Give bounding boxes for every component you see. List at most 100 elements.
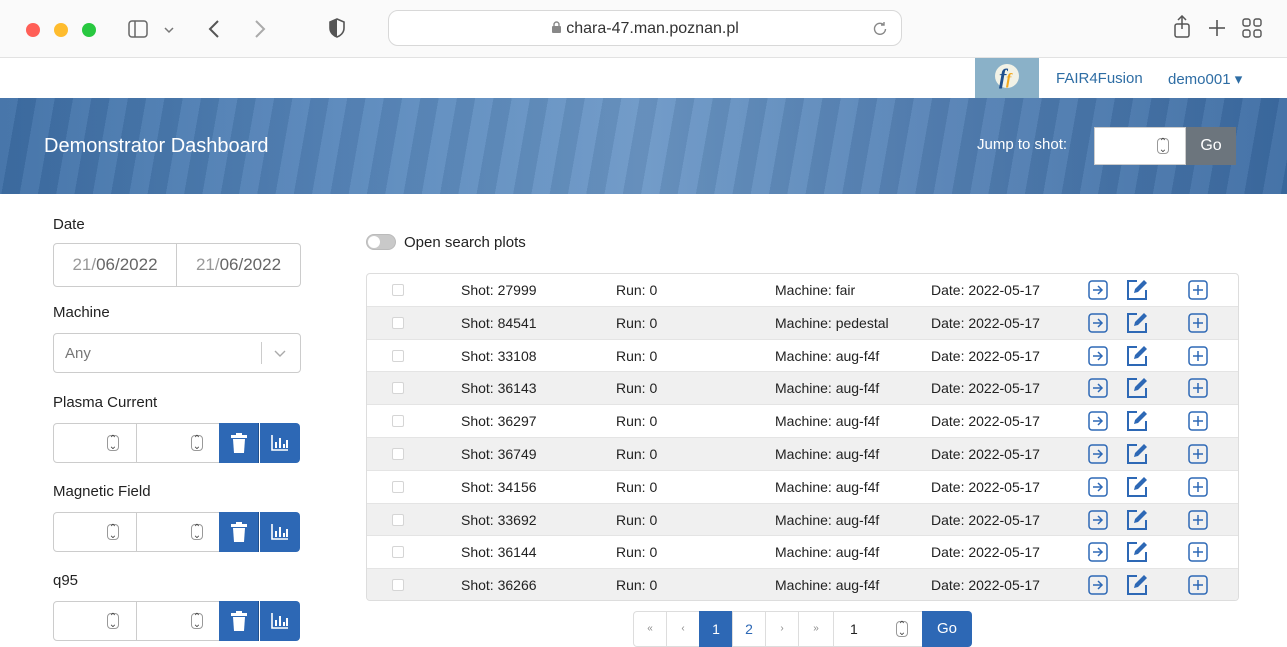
- user-menu-dropdown[interactable]: demo001 ▾: [1168, 70, 1242, 88]
- chevron-down-icon[interactable]: [164, 26, 174, 34]
- tab-overview-icon[interactable]: [1242, 18, 1262, 38]
- privacy-shield-icon[interactable]: [329, 18, 345, 38]
- spinner-icon[interactable]: ⌃ ⌄: [107, 613, 119, 630]
- edit-icon[interactable]: [1125, 442, 1149, 466]
- forward-icon[interactable]: [254, 19, 266, 39]
- open-shot-icon[interactable]: [1088, 313, 1108, 333]
- open-shot-icon[interactable]: [1088, 477, 1108, 497]
- add-icon[interactable]: [1188, 378, 1208, 399]
- page-go-button[interactable]: Go: [922, 611, 972, 647]
- row-checkbox[interactable]: [392, 579, 404, 592]
- open-shot-icon[interactable]: [1088, 509, 1108, 530]
- q95-clear-button[interactable]: [219, 601, 259, 641]
- edit-icon[interactable]: [1125, 508, 1149, 532]
- add-icon[interactable]: [1188, 313, 1208, 333]
- plasma-current-min-input[interactable]: ⌃ ⌄: [53, 423, 137, 463]
- date-to-input[interactable]: 21/06/2022: [177, 243, 301, 287]
- pagination-prev[interactable]: ‹: [666, 611, 700, 647]
- back-icon[interactable]: [208, 19, 220, 39]
- machine-select[interactable]: Any: [53, 333, 301, 373]
- spinner-icon[interactable]: ⌃ ⌄: [107, 524, 119, 541]
- row-checkbox[interactable]: [392, 513, 404, 526]
- pagination-next[interactable]: ›: [765, 611, 799, 647]
- spinner-icon[interactable]: ⌃ ⌄: [191, 435, 203, 452]
- open-shot-icon[interactable]: [1088, 542, 1108, 563]
- edit-icon[interactable]: [1125, 573, 1149, 597]
- minimize-window-button[interactable]: [54, 23, 68, 37]
- jump-to-shot-input[interactable]: ⌃ ⌄: [1094, 127, 1186, 165]
- spinner-icon[interactable]: ⌃ ⌄: [896, 621, 908, 638]
- plasma-current-clear-button[interactable]: [219, 423, 259, 463]
- spinner-icon[interactable]: ⌃ ⌄: [107, 435, 119, 452]
- date-from-input[interactable]: 21/06/2022: [53, 243, 177, 287]
- pagination-first[interactable]: «: [633, 611, 667, 647]
- pagination-page-1[interactable]: 1: [699, 611, 733, 647]
- magnetic-field-clear-button[interactable]: [219, 512, 259, 552]
- search-plots-toggle[interactable]: [366, 234, 396, 250]
- magnetic-field-plot-button[interactable]: [260, 512, 300, 552]
- open-shot-icon[interactable]: [1088, 444, 1108, 464]
- edit-icon[interactable]: [1125, 475, 1149, 499]
- edit-icon[interactable]: [1125, 278, 1149, 302]
- spinner-icon[interactable]: ⌃ ⌄: [1157, 138, 1169, 155]
- close-window-button[interactable]: [26, 23, 40, 37]
- add-icon[interactable]: [1188, 509, 1208, 530]
- edit-icon[interactable]: [1125, 376, 1149, 400]
- q95-min-input[interactable]: ⌃ ⌄: [53, 601, 137, 641]
- pagination-page-2[interactable]: 2: [732, 611, 766, 647]
- edit-icon[interactable]: [1125, 540, 1149, 564]
- fair4fusion-logo[interactable]: f f: [975, 58, 1039, 98]
- magnetic-field-range: ⌃ ⌄ ⌃ ⌄: [53, 512, 301, 552]
- plasma-current-max-input[interactable]: ⌃ ⌄: [136, 423, 220, 463]
- add-icon[interactable]: [1188, 444, 1208, 464]
- open-shot-icon[interactable]: [1088, 575, 1108, 595]
- add-icon[interactable]: [1188, 280, 1208, 300]
- open-shot-icon[interactable]: [1088, 280, 1108, 300]
- pagination-last[interactable]: »: [798, 611, 834, 647]
- open-shot-icon[interactable]: [1088, 345, 1108, 366]
- brand-link[interactable]: FAIR4Fusion: [1056, 70, 1143, 87]
- q95-max-input[interactable]: ⌃ ⌄: [136, 601, 220, 641]
- edit-icon[interactable]: [1125, 344, 1149, 368]
- spinner-icon[interactable]: ⌃ ⌄: [191, 613, 203, 630]
- spinner-icon[interactable]: ⌃ ⌄: [191, 524, 203, 541]
- new-tab-icon[interactable]: [1208, 19, 1226, 37]
- row-checkbox[interactable]: [392, 284, 404, 296]
- add-icon[interactable]: [1188, 542, 1208, 563]
- run-cell: Run: 0: [616, 511, 658, 528]
- edit-icon[interactable]: [1125, 409, 1149, 433]
- row-checkbox[interactable]: [392, 382, 404, 395]
- share-icon[interactable]: [1173, 15, 1191, 39]
- shot-cell: Shot: 36143: [461, 380, 537, 397]
- jump-go-button[interactable]: Go: [1186, 127, 1236, 165]
- add-icon[interactable]: [1188, 575, 1208, 595]
- address-bar[interactable]: chara-47.man.poznan.pl: [388, 10, 902, 46]
- open-shot-icon[interactable]: [1088, 411, 1108, 431]
- row-checkbox[interactable]: [392, 415, 404, 428]
- row-checkbox[interactable]: [392, 480, 404, 493]
- top-navbar: f f FAIR4Fusion demo001 ▾: [0, 58, 1287, 98]
- add-icon[interactable]: [1188, 477, 1208, 497]
- add-icon[interactable]: [1188, 345, 1208, 366]
- date-cell: Date: 2022-05-17: [931, 544, 1040, 561]
- row-checkbox[interactable]: [392, 349, 404, 362]
- zoom-window-button[interactable]: [82, 23, 96, 37]
- q95-plot-button[interactable]: [260, 601, 300, 641]
- jump-to-shot-label: Jump to shot:: [977, 136, 1068, 153]
- page-number-input[interactable]: 1 ⌃ ⌄: [833, 611, 923, 647]
- sidebar-icon[interactable]: [128, 20, 148, 38]
- magnetic-field-min-input[interactable]: ⌃ ⌄: [53, 512, 137, 552]
- row-checkbox[interactable]: [392, 316, 404, 329]
- table-row: Shot: 33108 Run: 0 Machine: aug-f4f Date…: [367, 340, 1238, 373]
- table-row: Shot: 36143 Run: 0 Machine: aug-f4f Date…: [367, 372, 1238, 406]
- edit-icon[interactable]: [1125, 311, 1149, 335]
- magnetic-field-max-input[interactable]: ⌃ ⌄: [136, 512, 220, 552]
- row-checkbox[interactable]: [392, 546, 404, 559]
- open-shot-icon[interactable]: [1088, 378, 1108, 399]
- plasma-current-plot-button[interactable]: [260, 423, 300, 463]
- add-icon[interactable]: [1188, 411, 1208, 431]
- reload-icon[interactable]: [873, 21, 887, 36]
- row-checkbox[interactable]: [392, 448, 404, 460]
- machine-cell: Machine: aug-f4f: [775, 511, 880, 528]
- bar-chart-icon: [271, 435, 288, 451]
